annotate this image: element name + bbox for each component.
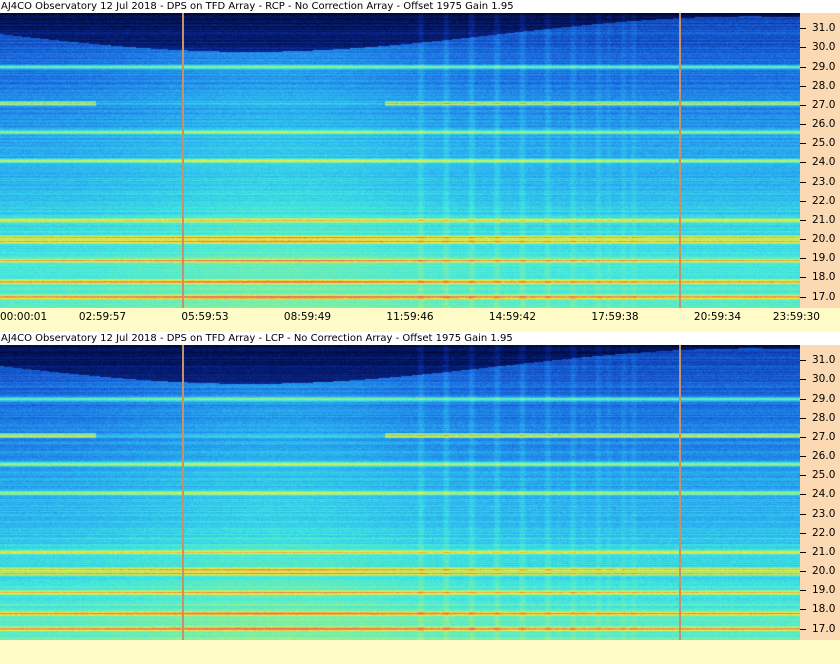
rcp-ytick-mark: [800, 85, 806, 87]
lcp-ytick-mark: [800, 475, 806, 477]
lcp-ytick-mark: [800, 628, 806, 630]
rcp-ytick-label: 19.0: [812, 252, 836, 265]
rcp-ytick-mark: [800, 219, 806, 221]
rcp-frequency-axis: 31.0 30.0 29.0 28.0 27.0 26.0 25.0 24.0 23.0 22.0…: [800, 13, 840, 308]
rcp-ytick-label: 31.0: [812, 22, 836, 35]
lcp-ytick-mark: [800, 436, 806, 438]
lcp-marker-1: [182, 345, 184, 640]
rcp-ytick-label: 29.0: [812, 60, 836, 73]
lcp-ytick-label: 23.0: [812, 507, 836, 520]
lcp-ytick-mark: [800, 494, 806, 496]
xtick-label: 20:59:34: [693, 311, 742, 323]
lcp-time-axis-blank: [0, 640, 840, 664]
lcp-ytick-label: 21.0: [812, 545, 836, 558]
lcp-ytick-mark: [800, 398, 806, 400]
rcp-ytick-mark: [800, 104, 806, 106]
lcp-marker-2: [679, 345, 681, 640]
rcp-ytick-label: 23.0: [812, 175, 836, 188]
lcp-ytick-label: 27.0: [812, 430, 836, 443]
rcp-ytick-label: 22.0: [812, 194, 836, 207]
time-axis: 00:00:01 02:59:57 05:59:53 08:59:49 11:59:46…: [0, 308, 840, 332]
lcp-ytick-label: 20.0: [812, 565, 836, 578]
rcp-ytick-label: 17.0: [812, 290, 836, 303]
lcp-title: AJ4CO Observatory 12 Jul 2018 - DPS on T…: [1, 333, 513, 344]
rcp-ytick-label: 24.0: [812, 156, 836, 169]
xtick-label: 17:59:38: [591, 311, 639, 323]
xtick-label: 05:59:53: [181, 311, 229, 323]
xtick-label: 23:59:30: [772, 311, 820, 323]
xtick-label: 00:00:01: [0, 311, 48, 323]
lcp-ytick-mark: [800, 360, 806, 362]
rcp-ytick-label: 30.0: [812, 41, 836, 54]
lcp-panel: AJ4CO Observatory 12 Jul 2018 - DPS on T…: [0, 332, 840, 664]
lcp-ytick-mark: [800, 456, 806, 458]
lcp-ytick-mark: [800, 590, 806, 592]
lcp-ytick-label: 24.0: [812, 488, 836, 501]
xtick-label: 14:59:42: [488, 311, 537, 323]
rcp-ytick-mark: [800, 143, 806, 145]
rcp-panel: AJ4CO Observatory 12 Jul 2018 - DPS on T…: [0, 0, 840, 332]
xtick-label: 08:59:49: [283, 311, 332, 323]
rcp-ytick-mark: [800, 239, 806, 241]
rcp-ytick-mark: [800, 47, 806, 49]
lcp-ytick-mark: [800, 571, 806, 573]
lcp-ytick-mark: [800, 417, 806, 419]
lcp-ytick-label: 29.0: [812, 392, 836, 405]
lcp-ytick-mark: [800, 532, 806, 534]
rcp-ytick-mark: [800, 258, 806, 260]
rcp-ytick-mark: [800, 181, 806, 183]
lcp-ytick-label: 18.0: [812, 603, 836, 616]
rcp-title: AJ4CO Observatory 12 Jul 2018 - DPS on T…: [1, 1, 514, 12]
lcp-ytick-mark: [800, 551, 806, 553]
rcp-ytick-mark: [800, 66, 806, 68]
rcp-marker-1: [182, 13, 184, 308]
rcp-ytick-label: 27.0: [812, 98, 836, 111]
rcp-ytick-label: 26.0: [812, 118, 836, 131]
lcp-ytick-label: 31.0: [812, 354, 836, 367]
lcp-ytick-label: 25.0: [812, 469, 836, 482]
rcp-marker-2: [679, 13, 681, 308]
lcp-ytick-mark: [800, 609, 806, 611]
lcp-ytick-label: 28.0: [812, 411, 836, 424]
lcp-ytick-label: 26.0: [812, 450, 836, 463]
rcp-ytick-label: 25.0: [812, 137, 836, 150]
rcp-ytick-mark: [800, 200, 806, 202]
rcp-ytick-mark: [800, 162, 806, 164]
xtick-label: 02:59:57: [78, 311, 127, 323]
lcp-ytick-mark: [800, 379, 806, 381]
lcp-frequency-axis: 31.0 30.0 29.0 28.0 27.0 26.0 25.0 24.0 23.0 22.0…: [800, 345, 840, 640]
rcp-ytick-label: 21.0: [812, 213, 836, 226]
rcp-ytick-mark: [800, 124, 806, 126]
rcp-ytick-label: 28.0: [812, 79, 836, 92]
lcp-ytick-label: 17.0: [812, 622, 836, 635]
rcp-ytick-mark: [800, 296, 806, 298]
lcp-ytick-label: 19.0: [812, 584, 836, 597]
rcp-ytick-label: 18.0: [812, 271, 836, 284]
lcp-ytick-label: 30.0: [812, 373, 836, 386]
lcp-ytick-mark: [800, 513, 806, 515]
xtick-label: 11:59:46: [386, 311, 434, 323]
lcp-ytick-label: 22.0: [812, 526, 836, 539]
rcp-ytick-mark: [800, 28, 806, 30]
rcp-ytick-label: 20.0: [812, 233, 836, 246]
rcp-ytick-mark: [800, 277, 806, 279]
